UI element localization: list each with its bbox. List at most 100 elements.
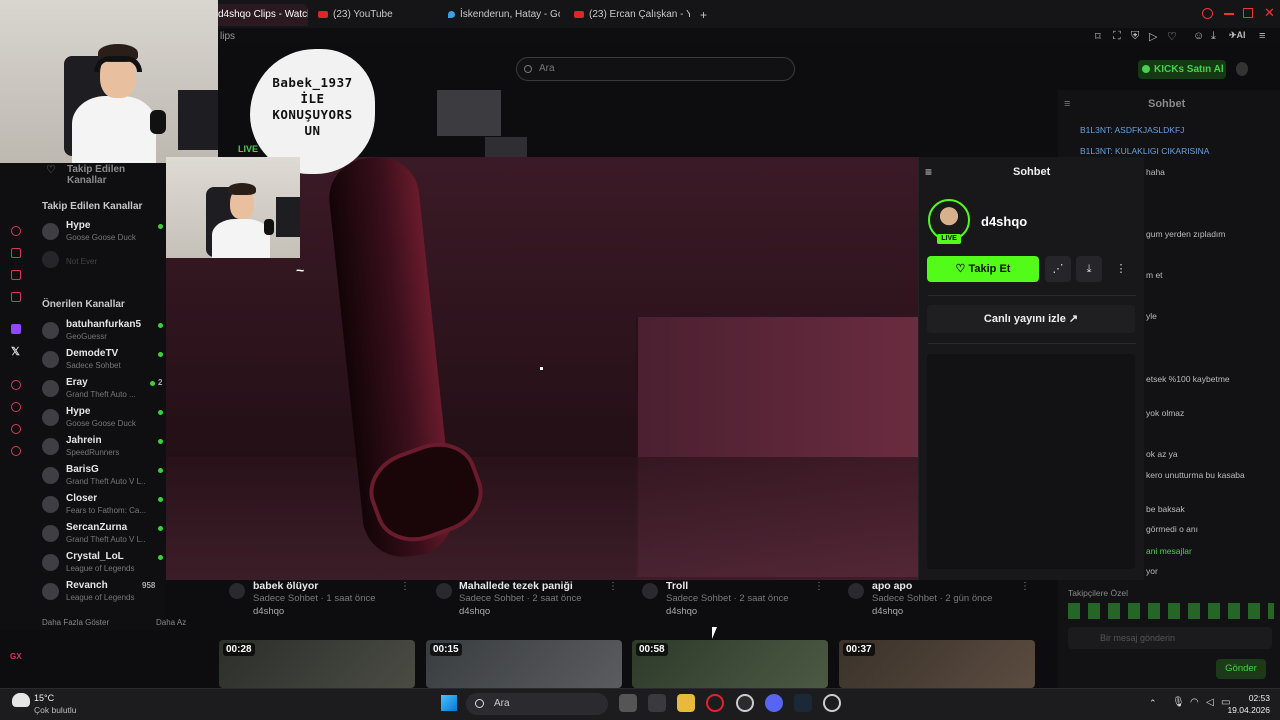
bubble-line: KONUŞUYORS — [272, 107, 353, 122]
channel-game: GeoGuessr — [66, 332, 107, 341]
clip-thumbnail[interactable]: 00:58 — [632, 640, 828, 688]
share-button[interactable]: ⋰ — [1045, 256, 1071, 282]
microphone-icon[interactable]: 🎙︎ — [1172, 697, 1185, 708]
emote-bar[interactable] — [1068, 603, 1274, 619]
tab-youtube[interactable]: (23) YouTube — [312, 4, 432, 26]
tab-d4shqo-clips[interactable]: d4shqo Clips - Watch — [212, 4, 308, 26]
obs-icon[interactable] — [736, 694, 754, 712]
gx-icon[interactable]: GX — [10, 652, 22, 661]
steam-icon[interactable] — [794, 694, 812, 712]
follow-label: Takip Et — [968, 263, 1011, 275]
x-icon[interactable]: 𝕏 — [11, 345, 20, 358]
bell-icon[interactable] — [11, 424, 21, 434]
live-dot — [158, 352, 163, 357]
show-more-link[interactable]: Daha Fazla Göster — [42, 618, 109, 627]
bookmark-icon[interactable]: ⌑ — [1095, 30, 1101, 43]
sidebar-channel[interactable]: Eray Grand Theft Auto ... 2 — [42, 377, 166, 405]
search-input[interactable]: Ara — [516, 57, 795, 81]
channel-game: Grand Theft Auto ... — [66, 390, 136, 399]
clip-thumbnail[interactable]: 00:37 — [839, 640, 1035, 688]
sidebar-channel[interactable]: SercanZurna Grand Theft Auto V L... — [42, 522, 166, 550]
sidebar-channel[interactable]: DemodeTV Sadece Sohbet — [42, 348, 166, 376]
stream-thumbnail[interactable] — [485, 137, 527, 157]
wifi-icon[interactable]: ◠ — [1190, 697, 1199, 708]
volume-icon[interactable]: ◁ — [1206, 697, 1214, 708]
settings-icon[interactable] — [11, 446, 21, 456]
chat-message: B1L3NT: KULAKLIGI CIKARISINA — [1080, 146, 1210, 156]
opera-gx-icon[interactable] — [706, 694, 724, 712]
twitch-icon[interactable] — [11, 324, 21, 334]
taskbar-search[interactable]: Ara — [466, 693, 608, 715]
stream-thumbnail[interactable] — [437, 90, 501, 136]
watch-live-button[interactable]: Canlı yayını izle ↗ — [927, 305, 1135, 333]
send-button[interactable]: Gönder — [1216, 659, 1266, 679]
show-less-link[interactable]: Daha Az — [156, 618, 186, 627]
record-icon[interactable] — [11, 380, 21, 390]
heart-icon[interactable]: ♡ — [1167, 30, 1177, 43]
clock-icon[interactable] — [11, 402, 21, 412]
clock-time[interactable]: 02:53 — [1232, 693, 1270, 703]
tab-youtube-ercan[interactable]: (23) Ercan Çalışkan - YouT — [568, 4, 690, 26]
clip-thumbnail[interactable]: 00:15 — [426, 640, 622, 688]
more-options-button[interactable]: ⋮ — [1108, 256, 1134, 282]
file-explorer-icon[interactable] — [677, 694, 695, 712]
clip-card[interactable]: apo apo Sadece Sohbet · 2 gün önce d4shq… — [872, 580, 1072, 620]
maximize-icon[interactable] — [1243, 8, 1253, 18]
close-icon[interactable]: ✕ — [1264, 5, 1275, 21]
messages-icon[interactable] — [11, 292, 21, 302]
new-messages-indicator[interactable]: ani mesajlar — [1146, 546, 1192, 556]
chevron-up-icon[interactable]: ⌃ — [1149, 698, 1157, 709]
new-tab-button[interactable]: + — [694, 4, 714, 26]
sidebar-channel[interactable]: Closer Fears to Fathom: Ca... — [42, 493, 166, 521]
chat-message: kero unutturma bu kasaba — [1146, 470, 1245, 480]
discord-icon[interactable] — [765, 694, 783, 712]
minimize-icon[interactable] — [1224, 13, 1234, 15]
app-icon[interactable] — [823, 694, 841, 712]
clock-date[interactable]: 19.04.2026 — [1222, 705, 1270, 715]
sidebar-channel-hype[interactable]: Hype Goose Goose Duck — [42, 220, 166, 248]
tab-maps[interactable]: İskenderun, Hatay - Goog — [442, 4, 560, 26]
screenshot-icon[interactable]: ⛶ — [1113, 30, 1121, 43]
weather-icon[interactable] — [12, 693, 30, 707]
more-icon[interactable]: ⋮ — [608, 581, 618, 592]
more-icon[interactable]: ⋮ — [400, 581, 410, 592]
sidebar-channel[interactable]: Revanch League of Legends 958 — [42, 580, 166, 608]
sidebar-channel[interactable]: Crystal_LoL League of Legends — [42, 551, 166, 579]
task-view-icon[interactable] — [619, 694, 637, 712]
menu-icon[interactable]: ≡ — [1259, 30, 1265, 42]
download-icon[interactable]: ⤓ — [1211, 30, 1216, 43]
more-icon[interactable]: ⋮ — [814, 581, 824, 592]
live-dot — [150, 381, 155, 386]
profile-icon[interactable]: ☺ — [1193, 30, 1204, 42]
sidebar-channel[interactable]: batuhanfurkan5 GeoGuessr — [42, 319, 166, 347]
collapse-chat-icon[interactable]: ≡ — [1064, 98, 1070, 110]
search-icon[interactable] — [1202, 8, 1213, 19]
clip-subtitle: Sadece Sohbet · 2 saat önce — [459, 593, 582, 604]
url-text: lips — [220, 31, 236, 42]
user-avatar[interactable] — [1236, 62, 1248, 76]
sidebar-channel[interactable]: Hype Goose Goose Duck — [42, 406, 166, 434]
collapse-panel-icon[interactable]: ≡ — [925, 165, 932, 179]
browse-icon[interactable] — [11, 248, 21, 258]
sidebar-channel-offline[interactable]: Not Ever — [42, 248, 166, 276]
shield-icon[interactable]: ⛨ — [1131, 30, 1139, 43]
chat-icon[interactable] — [11, 270, 21, 280]
clip-channel: d4shqo — [872, 606, 904, 617]
store-icon[interactable] — [648, 694, 666, 712]
follow-button[interactable]: ♡ Takip Et — [927, 256, 1039, 282]
clip-thumbnail[interactable]: 00:28 — [219, 640, 415, 688]
buy-kicks-button[interactable]: KICKs Satın Al — [1138, 60, 1226, 79]
start-icon[interactable] — [441, 695, 457, 711]
clip-card[interactable]: Troll Sadece Sohbet · 2 saat önce d4shqo — [666, 580, 866, 620]
chat-message-input[interactable]: Bir mesaj gönderin — [1068, 627, 1272, 649]
channel-name[interactable]: d4shqo — [981, 214, 1027, 229]
clip-card[interactable]: Mahallede tezek paniği Sadece Sohbet · 2… — [459, 580, 659, 620]
sidebar-channel[interactable]: BarisG Grand Theft Auto V L... — [42, 464, 166, 492]
clip-card[interactable]: babek ölüyor Sadece Sohbet · 1 saat önce… — [253, 580, 453, 620]
sidebar-channel[interactable]: Jahrein SpeedRunners — [42, 435, 166, 463]
download-button[interactable]: ⤓ — [1076, 256, 1102, 282]
ai-icon[interactable]: ✈AI — [1229, 30, 1246, 41]
more-icon[interactable]: ⋮ — [1020, 581, 1030, 592]
play-icon[interactable]: ▷ — [1149, 30, 1157, 43]
home-icon[interactable] — [11, 226, 21, 236]
